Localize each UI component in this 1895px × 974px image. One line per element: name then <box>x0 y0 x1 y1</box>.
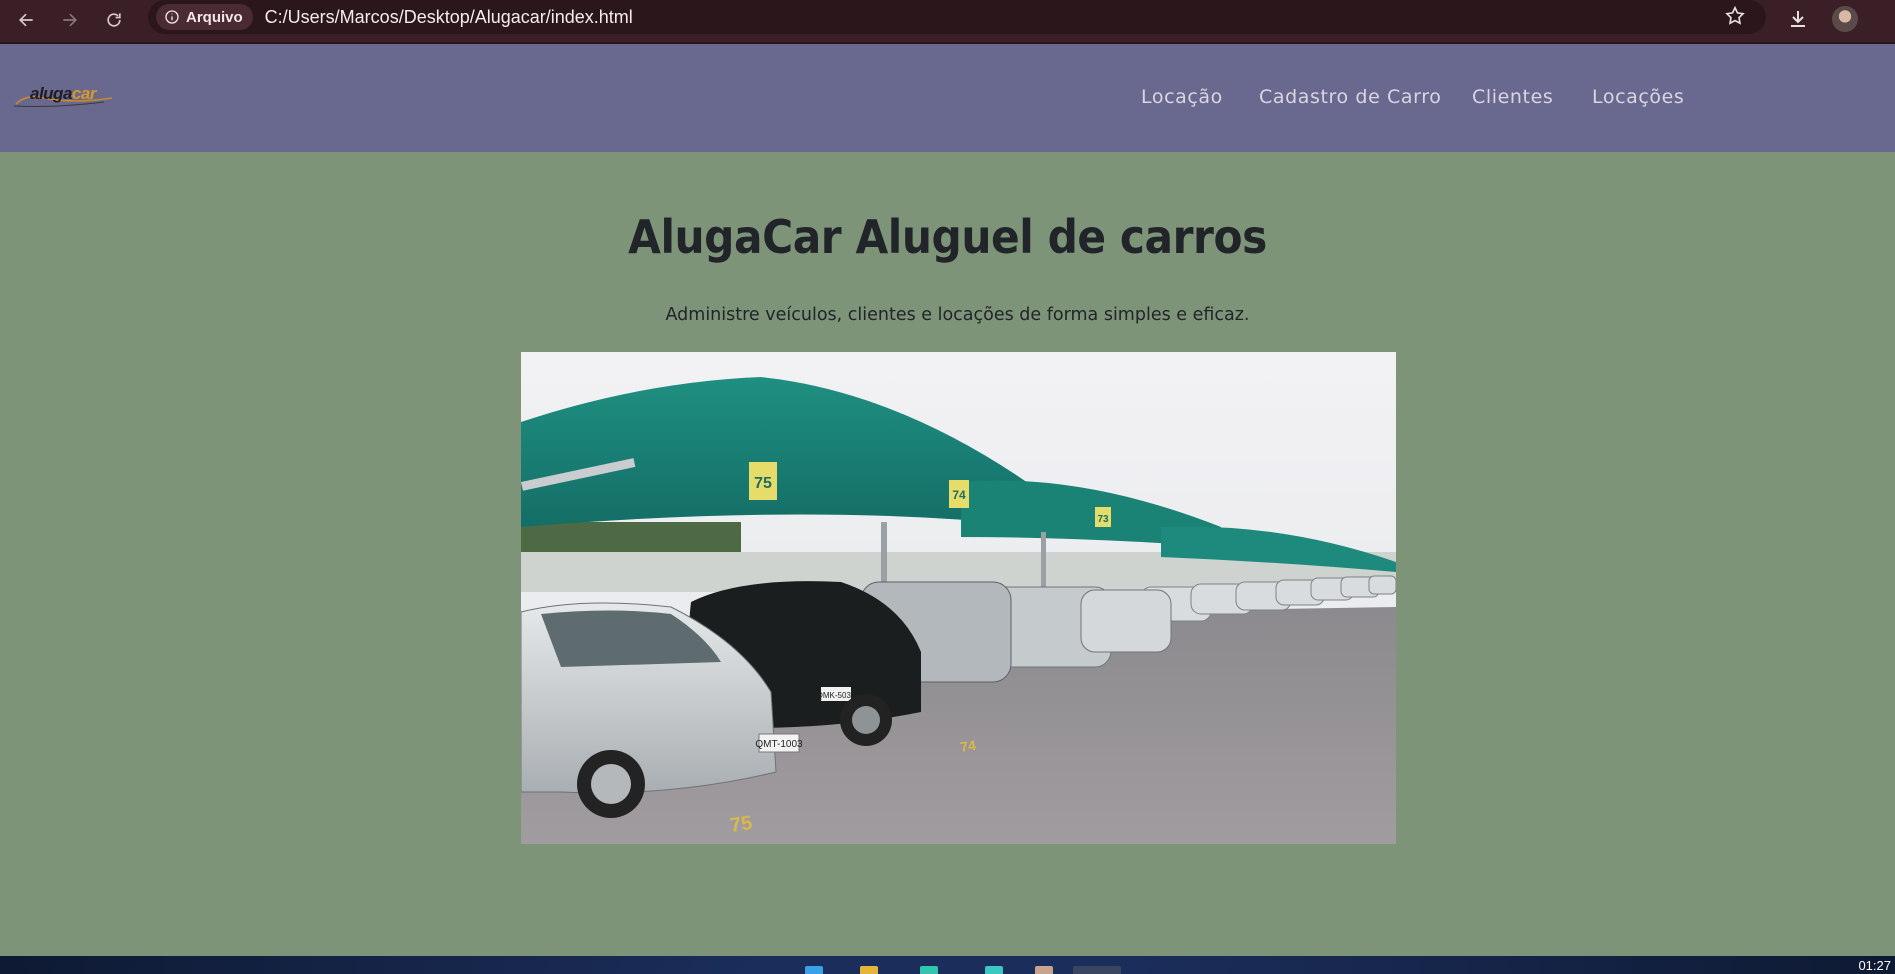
url-text[interactable]: C:/Users/Marcos/Desktop/Alugacar/index.h… <box>265 7 633 28</box>
logo-text-car: car <box>71 84 97 103</box>
profile-avatar[interactable] <box>1832 6 1858 32</box>
car-lot-photo: 75 74 73 QMK-5030 QMT-1003 75 74 <box>521 352 1396 844</box>
hero-image-car-lot: 75 74 73 QMK-5030 QMT-1003 75 74 <box>521 352 1396 844</box>
vscode-icon[interactable] <box>985 966 1003 974</box>
info-icon <box>165 10 179 24</box>
svg-text:74: 74 <box>959 737 977 755</box>
alugacar-logo[interactable]: alugacar <box>14 84 114 108</box>
active-window-icon[interactable] <box>1073 966 1121 974</box>
page-subtitle: Administre veículos, clientes e locações… <box>665 305 1250 325</box>
star-icon[interactable] <box>1724 5 1746 27</box>
os-taskbar: 01:27 <box>0 956 1895 974</box>
license-plate-silver-car: QMT-1003 <box>755 739 803 750</box>
site-info-chip[interactable]: Arquivo <box>156 4 253 30</box>
nav-link-cadastro-de-carro[interactable]: Cadastro de Carro <box>1259 86 1441 108</box>
browser-toolbar: Arquivo C:/Users/Marcos/Desktop/Alugacar… <box>0 0 1895 42</box>
svg-text:75: 75 <box>729 812 754 837</box>
taskbar-clock: 01:27 <box>1858 958 1891 973</box>
nav-link-locacoes[interactable]: Locações <box>1592 86 1684 108</box>
back-icon[interactable] <box>12 6 40 34</box>
nav-link-clientes[interactable]: Clientes <box>1472 86 1553 108</box>
space-number-74: 74 <box>952 488 966 502</box>
edge-icon[interactable] <box>920 966 938 974</box>
logo-text-aluga: aluga <box>30 84 72 103</box>
site-chip-label: Arquivo <box>186 8 243 26</box>
site-navbar: alugacar Locação Cadastro de Carro Clien… <box>0 44 1895 152</box>
file-explorer-icon[interactable] <box>860 966 878 974</box>
download-icon[interactable] <box>1786 7 1810 31</box>
start-icon[interactable] <box>805 966 823 974</box>
chrome-profile-icon[interactable] <box>1035 966 1053 974</box>
license-plate-black-car: QMK-5030 <box>817 691 856 700</box>
address-bar[interactable]: Arquivo C:/Users/Marcos/Desktop/Alugacar… <box>148 0 1766 34</box>
reload-icon[interactable] <box>100 6 128 34</box>
space-number-75: 75 <box>754 475 772 492</box>
forward-icon[interactable] <box>56 6 84 34</box>
page-title: AlugaCar Aluguel de carros <box>628 210 1267 264</box>
space-number-73: 73 <box>1097 514 1109 525</box>
nav-link-locacao[interactable]: Locação <box>1141 86 1223 108</box>
